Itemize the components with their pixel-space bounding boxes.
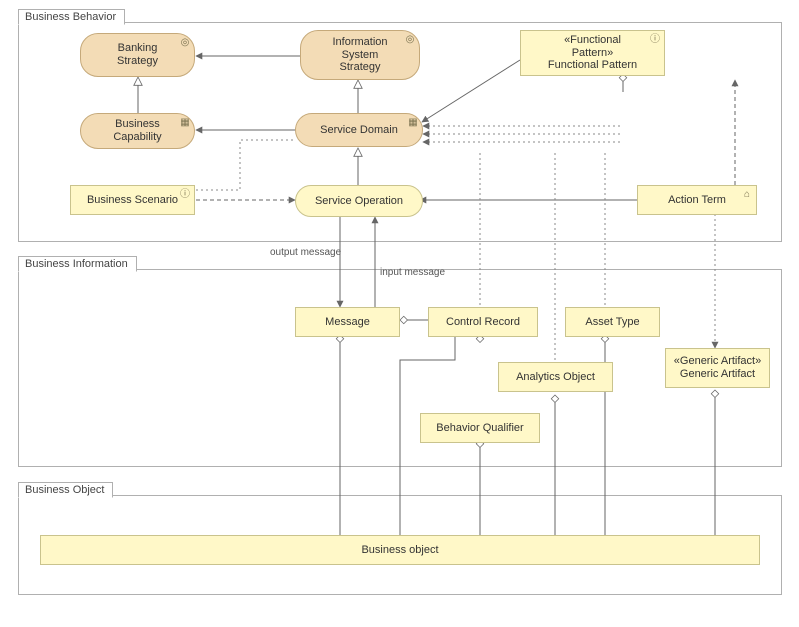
node-business-capability[interactable]: Business Capability ▦ bbox=[80, 113, 195, 149]
edge-label-output: output message bbox=[270, 247, 341, 258]
node-banking-strategy[interactable]: Banking Strategy ◎ bbox=[80, 33, 195, 77]
node-control-record[interactable]: Control Record bbox=[428, 307, 538, 337]
target-icon: ◎ bbox=[179, 37, 191, 49]
label: Behavior Qualifier bbox=[436, 422, 523, 435]
target-icon: ◎ bbox=[404, 34, 416, 46]
info-icon: ⓘ bbox=[179, 189, 191, 201]
node-asset-type[interactable]: Asset Type bbox=[565, 307, 660, 337]
stereotype: «Generic Artifact» bbox=[674, 355, 761, 368]
chevron-icon: ⌂ bbox=[741, 189, 753, 201]
label: Service Domain bbox=[320, 124, 398, 137]
node-message[interactable]: Message bbox=[295, 307, 400, 337]
node-service-operation[interactable]: Service Operation bbox=[295, 185, 423, 217]
node-functional-pattern[interactable]: «Functional Pattern» Functional Pattern … bbox=[520, 30, 665, 76]
node-information-system-strategy[interactable]: Information System Strategy ◎ bbox=[300, 30, 420, 80]
label: Information System Strategy bbox=[332, 36, 387, 74]
label: Generic Artifact bbox=[680, 368, 755, 381]
node-service-domain[interactable]: Service Domain ▦ bbox=[295, 113, 423, 147]
node-business-object[interactable]: Business object bbox=[40, 535, 760, 565]
edge-label-input: input message bbox=[380, 267, 445, 278]
label: Business Scenario bbox=[87, 194, 178, 207]
node-action-term[interactable]: Action Term ⌂ bbox=[637, 185, 757, 215]
section-tab-information: Business Information bbox=[18, 256, 137, 272]
node-analytics-object[interactable]: Analytics Object bbox=[498, 362, 613, 392]
diagram-canvas: Business Behavior Business Information B… bbox=[0, 0, 799, 627]
stereotype: «Functional Pattern» bbox=[564, 34, 621, 59]
label: Functional Pattern bbox=[548, 59, 637, 72]
label: Asset Type bbox=[585, 316, 639, 329]
grid-icon: ▦ bbox=[179, 117, 191, 129]
section-tab-behavior: Business Behavior bbox=[18, 9, 125, 25]
info-icon: ⓘ bbox=[649, 34, 661, 46]
node-behavior-qualifier[interactable]: Behavior Qualifier bbox=[420, 413, 540, 443]
section-tab-object: Business Object bbox=[18, 482, 113, 498]
grid-icon: ▦ bbox=[407, 117, 419, 129]
label: Message bbox=[325, 316, 370, 329]
label: Business Capability bbox=[113, 118, 161, 143]
label: Control Record bbox=[446, 316, 520, 329]
node-business-scenario[interactable]: Business Scenario ⓘ bbox=[70, 185, 195, 215]
label: Analytics Object bbox=[516, 371, 595, 384]
label: Banking Strategy bbox=[117, 42, 158, 67]
label: Service Operation bbox=[315, 195, 403, 208]
label: Business object bbox=[361, 544, 438, 557]
label: Action Term bbox=[668, 194, 726, 207]
node-generic-artifact[interactable]: «Generic Artifact» Generic Artifact bbox=[665, 348, 770, 388]
